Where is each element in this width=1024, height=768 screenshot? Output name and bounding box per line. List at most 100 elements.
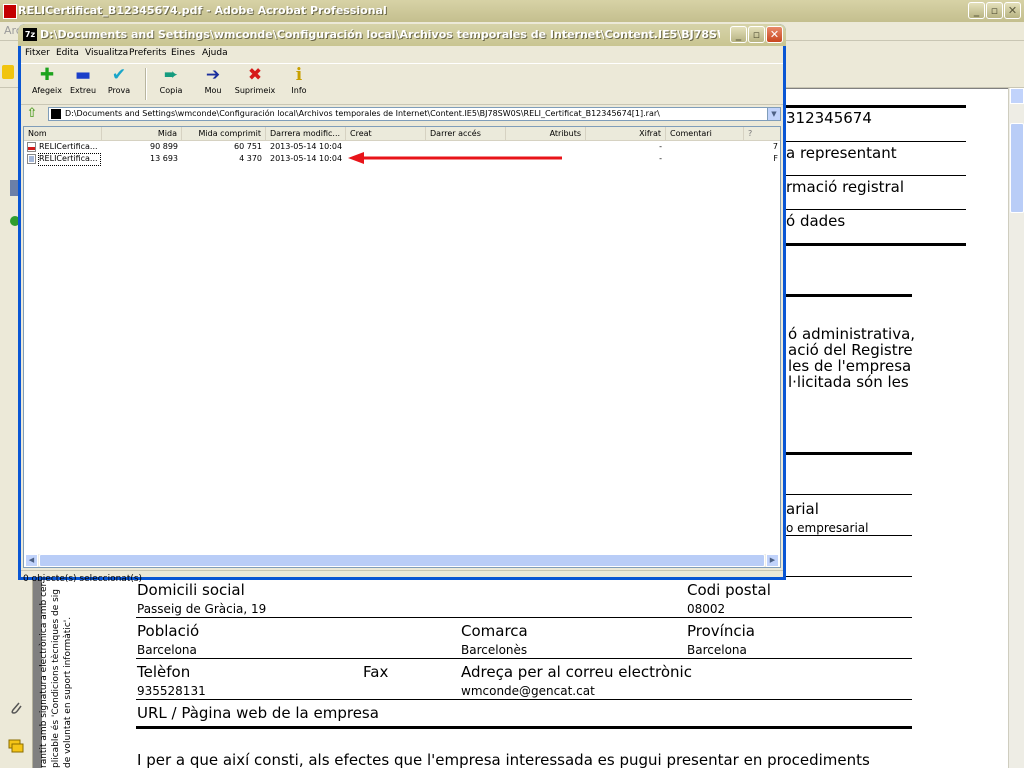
file-size: 13 693 [150, 154, 178, 163]
acrobat-vertical-scrollbar[interactable] [1008, 88, 1024, 768]
info-button[interactable]: i Info [277, 66, 321, 102]
7zip-titlebar: 7z D:\Documents and Settings\wmconde\Con… [18, 24, 786, 46]
pdf-side-line: de voluntat en suport informàtic'. [63, 616, 73, 768]
domicili-value: Passeig de Gràcia, 19 [137, 602, 267, 616]
rule [766, 175, 966, 176]
rule [136, 726, 912, 729]
column-extra[interactable]: ? [744, 127, 780, 140]
comments-icon[interactable] [8, 738, 24, 754]
pdf-bottom-text: I per a que així consti, als efectes que… [137, 751, 870, 768]
column-nom[interactable]: Nom [24, 127, 102, 140]
address-input[interactable]: D:\Documents and Settings\wmconde\Config… [48, 107, 781, 121]
minimize-icon[interactable]: _ [730, 26, 747, 43]
poblacio-label: Població [137, 622, 200, 640]
delete-x-icon: ✖ [247, 65, 263, 85]
telefon-value: 935528131 [137, 684, 206, 698]
column-xifrat[interactable]: Xifrat [586, 127, 666, 140]
archive-icon [51, 109, 61, 119]
rule [766, 209, 966, 210]
move-button[interactable]: ➔ Mou [191, 66, 235, 102]
column-creat[interactable]: Creat [346, 127, 426, 140]
7zip-window-title: D:\Documents and Settings\wmconde\Config… [40, 28, 720, 41]
poblacio-value: Barcelona [137, 643, 197, 657]
test-button-label: Prova [107, 86, 131, 95]
rule [136, 699, 912, 700]
status-text: 0 objecte(s) seleccionat(s) [23, 574, 143, 584]
file-size: 90 899 [150, 142, 178, 151]
scroll-right-icon[interactable]: ▶ [766, 554, 779, 567]
menu-visualitza[interactable]: Visualitza [85, 48, 128, 58]
maximize-icon[interactable]: ▫ [748, 26, 765, 43]
move-button-label: Mou [204, 86, 222, 95]
pdf-side-line: rantit amb signatura electrònica amb cer [39, 582, 49, 768]
rule [766, 243, 966, 246]
delete-button-label: Suprimeix [234, 86, 276, 95]
address-value: D:\Documents and Settings\wmconde\Config… [65, 109, 660, 118]
url-label: URL / Pàgina web de la empresa [137, 704, 379, 722]
scrollbar-thumb[interactable] [1010, 123, 1024, 213]
file-modified: 2013-05-14 10:04 [270, 142, 343, 151]
copy-arrow-icon: ➨ [163, 65, 179, 85]
rule [766, 105, 966, 108]
pdf-file-icon [27, 142, 36, 152]
file-packed-size: 4 370 [239, 154, 262, 163]
file-list[interactable]: Nom Mida Mida comprimit Darrera modific.… [23, 126, 781, 568]
acrobat-titlebar: RELICertificat_B12345674.pdf - Adobe Acr… [0, 0, 1024, 23]
horizontal-scrollbar[interactable]: ◀ ▶ [25, 554, 779, 567]
plus-icon: ✚ [39, 65, 55, 85]
column-mida[interactable]: Mida [102, 127, 182, 140]
fax-label: Fax [363, 663, 389, 681]
scrollbar-thumb[interactable] [39, 554, 765, 567]
rule [136, 658, 912, 659]
text-file-icon [27, 154, 36, 164]
scroll-left-icon[interactable]: ◀ [25, 554, 38, 567]
file-extra: F [773, 154, 778, 163]
up-folder-icon[interactable]: ⇧ [24, 106, 40, 122]
provincia-label: Província [687, 622, 755, 640]
minus-icon: ▬ [74, 65, 92, 85]
menu-ajuda[interactable]: Ajuda [202, 48, 228, 58]
address-bar: ⇧ D:\Documents and Settings\wmconde\Conf… [21, 104, 783, 124]
move-arrow-icon: ➔ [205, 65, 221, 85]
close-icon[interactable]: ✕ [1004, 2, 1021, 19]
7zip-app-icon: 7z [23, 28, 37, 41]
pdf-head-row: rmació registral [786, 178, 905, 196]
pdf-head-row: ó dades [786, 212, 846, 230]
column-comentari[interactable]: Comentari [666, 127, 744, 140]
delete-button[interactable]: ✖ Suprimeix [233, 66, 277, 102]
7zip-window: 7z D:\Documents and Settings\wmconde\Con… [18, 24, 786, 584]
column-darrer-acces[interactable]: Darrer accés [426, 127, 506, 140]
scroll-up-icon[interactable] [1010, 88, 1024, 104]
copy-button-label: Copia [159, 86, 183, 95]
column-darrera-modificacio[interactable]: Darrera modific... [266, 127, 346, 140]
file-modified: 2013-05-14 10:04 [270, 154, 343, 163]
close-icon[interactable]: ✕ [766, 26, 783, 43]
maximize-icon[interactable]: ▫ [986, 2, 1003, 19]
file-encrypted: - [659, 142, 662, 151]
rule [766, 294, 912, 297]
acrobat-window-title: RELICertificat_B12345674.pdf - Adobe Acr… [18, 4, 387, 17]
minimize-icon[interactable]: _ [968, 2, 985, 19]
column-mida-comprimit[interactable]: Mida comprimit [182, 127, 266, 140]
toolbar-separator [145, 68, 147, 100]
menu-eines[interactable]: Eines [171, 48, 195, 58]
telefon-label: Telèfon [137, 663, 191, 681]
folder-icon[interactable] [2, 65, 14, 79]
test-button[interactable]: ✔ Prova [97, 66, 141, 102]
pdf-head-row: 312345674 [786, 109, 872, 127]
comarca-label: Comarca [461, 622, 528, 640]
attachment-icon[interactable] [8, 700, 24, 716]
chevron-down-icon[interactable]: ▼ [767, 108, 780, 120]
menu-preferits[interactable]: Preferits [129, 48, 166, 58]
pdf-section-fragment: o empresarial [786, 521, 869, 535]
provincia-value: Barcelona [687, 643, 747, 657]
file-encrypted: - [659, 154, 662, 163]
menu-fitxer[interactable]: Fitxer [25, 48, 50, 58]
check-icon: ✔ [111, 65, 127, 85]
info-button-label: Info [291, 86, 307, 95]
copy-button[interactable]: ➨ Copia [149, 66, 193, 102]
pdf-paragraph-line: l·licitada són les [788, 373, 909, 391]
column-atributs[interactable]: Atributs [506, 127, 586, 140]
menu-edita[interactable]: Edita [56, 48, 79, 58]
email-label: Adreça per al correu electrònic [461, 663, 692, 681]
